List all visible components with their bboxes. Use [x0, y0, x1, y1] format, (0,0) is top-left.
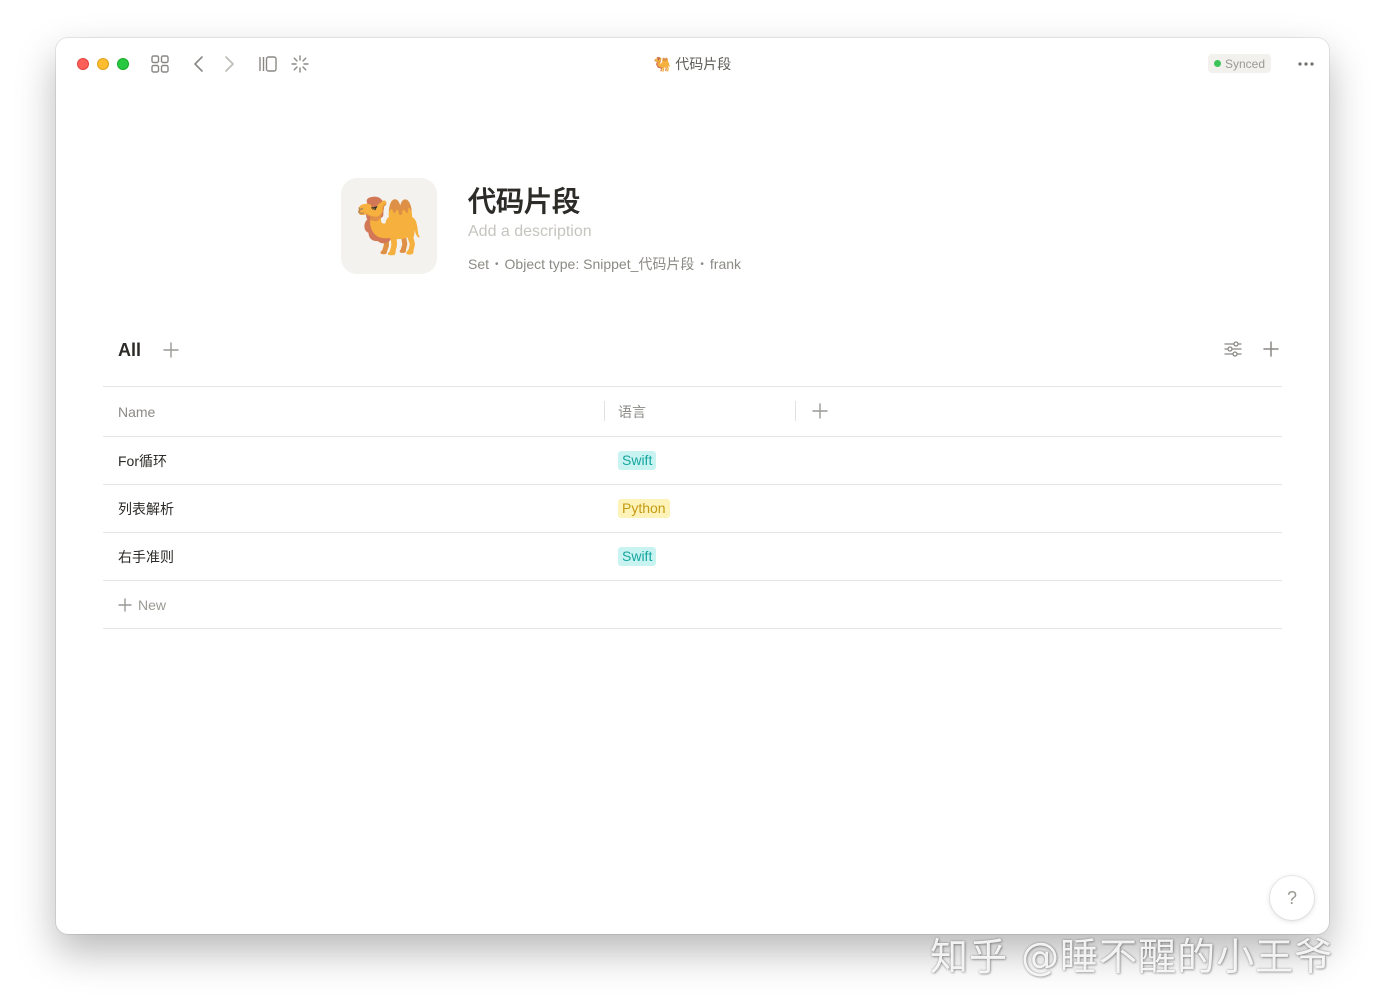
language-cell[interactable]: Python: [618, 485, 670, 532]
view-tab-all[interactable]: All: [118, 340, 141, 361]
bullet-separator-icon: •: [700, 258, 704, 270]
author-link[interactable]: frank: [710, 256, 741, 272]
camel-icon: 🐫: [653, 55, 672, 72]
screen: 🐫 代码片段 Synced 🐫 代码片段 Add a description S…: [0, 0, 1385, 1008]
new-object-button[interactable]: New: [118, 581, 166, 628]
column-header-language[interactable]: 语言: [618, 387, 646, 436]
language-tag: Swift: [618, 451, 657, 470]
column-header-name[interactable]: Name: [118, 387, 155, 436]
title-bar: 🐫 代码片段 Synced: [56, 38, 1329, 90]
sync-status-text: Synced: [1225, 56, 1266, 71]
table-header: Name 语言: [103, 386, 1282, 437]
page-title[interactable]: 代码片段: [468, 180, 580, 220]
set-table: Name 语言 For循环 Swift 列表解析 Python 右手准则 Swi…: [103, 386, 1282, 629]
table-row[interactable]: 列表解析 Python: [103, 485, 1282, 533]
table-row[interactable]: For循环 Swift: [103, 437, 1282, 485]
table-row[interactable]: 右手准则 Swift: [103, 533, 1282, 581]
camel-icon: 🐫: [354, 194, 424, 257]
help-button[interactable]: ?: [1270, 876, 1314, 920]
add-column-icon[interactable]: [809, 400, 831, 422]
app-window: 🐫 代码片段 Synced 🐫 代码片段 Add a description S…: [56, 38, 1329, 934]
object-icon[interactable]: 🐫: [341, 178, 437, 274]
object-meta: Set • Object type: Snippet_代码片段 • frank: [468, 254, 741, 274]
column-divider[interactable]: [795, 401, 796, 421]
new-object-label: New: [138, 596, 167, 613]
new-row: New: [103, 581, 1282, 629]
bullet-separator-icon: •: [495, 258, 499, 270]
window-title-text: 代码片段: [675, 56, 732, 72]
more-options-icon[interactable]: [1294, 52, 1318, 76]
plus-icon: [118, 597, 132, 612]
add-object-icon[interactable]: [1260, 338, 1282, 360]
language-cell[interactable]: Swift: [618, 437, 657, 484]
description-input[interactable]: Add a description: [468, 223, 592, 241]
language-cell[interactable]: Swift: [618, 533, 657, 580]
view-settings-icon[interactable]: [1222, 338, 1244, 360]
layout-label[interactable]: Set: [468, 256, 489, 272]
window-title: 🐫 代码片段: [56, 54, 1329, 74]
row-name[interactable]: For循环: [118, 437, 167, 484]
column-divider[interactable]: [604, 401, 605, 421]
add-view-icon[interactable]: [160, 339, 182, 361]
language-tag: Python: [618, 499, 670, 518]
sync-status-badge[interactable]: Synced: [1208, 54, 1272, 73]
object-type-link[interactable]: Object type: Snippet_代码片段: [505, 254, 695, 274]
watermark: 知乎 @睡不醒的小王爷: [930, 935, 1334, 979]
help-label: ?: [1286, 887, 1297, 908]
row-name[interactable]: 列表解析: [118, 485, 174, 532]
sync-status-dot-icon: [1214, 60, 1221, 67]
language-tag: Swift: [618, 547, 657, 566]
row-name[interactable]: 右手准则: [118, 533, 174, 580]
